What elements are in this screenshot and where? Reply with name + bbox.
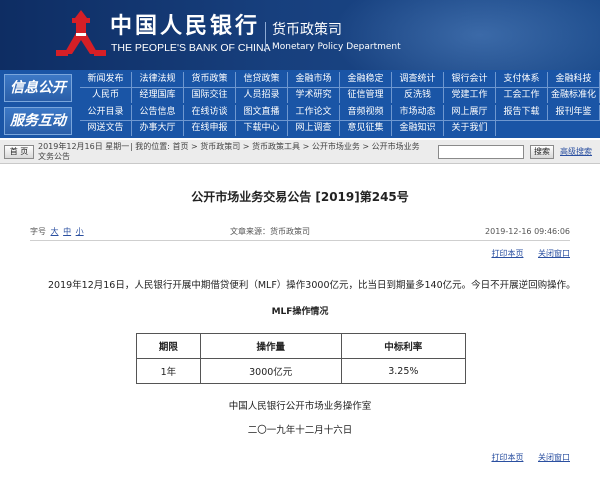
header-rate: 中标利率 bbox=[340, 333, 467, 359]
article-source: 文章来源：货币政策司 bbox=[230, 227, 310, 236]
signature-date: 二〇一九年十二月十六日 bbox=[247, 425, 353, 436]
nav-item-info-2-5[interactable]: 学术研究 bbox=[288, 88, 340, 103]
table-header-row: 期限 操作量 中标利率 bbox=[136, 333, 467, 359]
article-body: 2019年12月16日，人民银行开展中期借贷便利（MLF）操作3000亿元，比当… bbox=[48, 280, 576, 291]
nav-item-service-2-3[interactable]: 在线申报 bbox=[184, 121, 236, 136]
main-navigation: 信息公开 新闻发布 法律法规 货币政策 信贷政策 金融市场 金融稳定 调查统计 银行会计 支付体… bbox=[0, 70, 600, 138]
nav-section-info-label: 信息公开 bbox=[4, 74, 72, 102]
cell-rate: 3.25% bbox=[340, 358, 467, 384]
department-name-en: Monetary Policy Department bbox=[272, 42, 401, 52]
nav-item-info-2-4[interactable]: 人员招录 bbox=[236, 88, 288, 103]
font-size-medium[interactable]: 中 bbox=[63, 227, 71, 236]
print-link-top[interactable]: 打印本页 bbox=[491, 249, 523, 258]
nav-item-info-1-9[interactable]: 支付体系 bbox=[496, 72, 548, 87]
department-name-cn: 货币政策司 bbox=[272, 22, 342, 38]
nav-item-service-1-1[interactable]: 公开目录 bbox=[80, 105, 132, 120]
nav-item-service-1-7[interactable]: 市场动态 bbox=[392, 105, 444, 120]
nav-item-info-1-10[interactable]: 金融科技 bbox=[548, 72, 600, 87]
nav-section-service-label: 服务互动 bbox=[4, 107, 72, 135]
article-title: 公开市场业务交易公告 [2019]第245号 bbox=[191, 190, 409, 204]
nav-item-info-2-6[interactable]: 征信管理 bbox=[340, 88, 392, 103]
meta-divider bbox=[30, 240, 570, 241]
advanced-search-link[interactable]: 高级搜索 bbox=[560, 146, 592, 158]
nav-item-info-1-2[interactable]: 法律法规 bbox=[132, 72, 184, 87]
nav-item-service-1-6[interactable]: 音频视频 bbox=[340, 105, 392, 120]
nav-item-service-1-4[interactable]: 图文直播 bbox=[236, 105, 288, 120]
close-link-top[interactable]: 关闭窗口 bbox=[538, 249, 570, 258]
nav-item-service-2-4[interactable]: 下载中心 bbox=[236, 121, 288, 136]
nav-section-info: 信息公开 新闻发布 法律法规 货币政策 信贷政策 金融市场 金融稳定 调查统计 银行会计 支付体… bbox=[0, 72, 600, 104]
cell-term: 1年 bbox=[136, 358, 201, 384]
nav-item-info-2-9[interactable]: 工会工作 bbox=[496, 88, 548, 103]
nav-item-service-2-2[interactable]: 办事大厅 bbox=[132, 121, 184, 136]
nav-row-divider bbox=[80, 87, 600, 88]
nav-item-service-2-6[interactable]: 意见征集 bbox=[340, 121, 392, 136]
banner-glow bbox=[330, 0, 600, 70]
nav-item-service-2-8[interactable]: 关于我们 bbox=[444, 121, 496, 136]
publish-time: 2019-12-16 09:46:06 bbox=[485, 227, 570, 236]
nav-item-info-1-5[interactable]: 金融市场 bbox=[288, 72, 340, 87]
nav-item-service-1-5[interactable]: 工作论文 bbox=[288, 105, 340, 120]
nav-item-service-1-8[interactable]: 网上展厅 bbox=[444, 105, 496, 120]
nav-item-info-1-7[interactable]: 调查统计 bbox=[392, 72, 444, 87]
search-button[interactable]: 搜索 bbox=[530, 145, 554, 159]
article-meta: 字号 大 中 小 文章来源：货币政策司 2019-12-16 09:46:06 bbox=[30, 226, 570, 238]
nav-item-info-1-8[interactable]: 银行会计 bbox=[444, 72, 496, 87]
nav-item-info-2-3[interactable]: 国际交往 bbox=[184, 88, 236, 103]
nav-item-info-1-1[interactable]: 新闻发布 bbox=[80, 72, 132, 87]
nav-item-service-2-1[interactable]: 网送文告 bbox=[80, 121, 132, 136]
article-actions-bottom: 打印本页 关闭窗口 bbox=[479, 452, 570, 464]
nav-item-service-1-3[interactable]: 在线访谈 bbox=[184, 105, 236, 120]
table-title: MLF操作情况 bbox=[271, 307, 329, 317]
nav-grid-service: 公开目录 公告信息 在线访谈 图文直播 工作论文 音频视频 市场动态 网上展厅 报告下载 报刊年鉴… bbox=[80, 105, 600, 137]
site-banner: 中国人民银行 THE PEOPLE'S BANK OF CHINA 货币政策司 … bbox=[0, 0, 600, 70]
nav-item-info-1-4[interactable]: 信贷政策 bbox=[236, 72, 288, 87]
table-row: 1年 3000亿元 3.25% bbox=[136, 358, 467, 384]
font-size-small[interactable]: 小 bbox=[76, 227, 84, 236]
breadcrumb-bar: 首 页 2019年12月16日 星期一 文务公告 | 我的位置: 首页 > 货币… bbox=[0, 140, 600, 164]
signature-organization: 中国人民银行公开市场业务操作室 bbox=[228, 401, 372, 412]
nav-row-divider bbox=[80, 120, 600, 121]
nav-item-info-2-2[interactable]: 经理国库 bbox=[132, 88, 184, 103]
print-link-bottom[interactable]: 打印本页 bbox=[491, 453, 523, 462]
nav-item-info-2-8[interactable]: 党建工作 bbox=[444, 88, 496, 103]
home-button[interactable]: 首 页 bbox=[4, 145, 34, 159]
header-divider bbox=[265, 22, 266, 52]
breadcrumb[interactable]: | 我的位置: 首页 > 货币政策司 > 货币政策工具 > 公开市场业务 > 公… bbox=[130, 142, 420, 152]
mlf-operation-table: 期限 操作量 中标利率 1年 3000亿元 3.25% bbox=[136, 333, 467, 384]
nav-item-info-1-3[interactable]: 货币政策 bbox=[184, 72, 236, 87]
current-date: 2019年12月16日 星期一 bbox=[38, 142, 130, 151]
nav-item-service-1-9[interactable]: 报告下载 bbox=[496, 105, 548, 120]
cell-amount: 3000亿元 bbox=[199, 358, 342, 384]
nav-section-service: 服务互动 公开目录 公告信息 在线访谈 图文直播 工作论文 音频视频 市场动态 网上展厅 报告下… bbox=[0, 105, 600, 137]
nav-item-service-1-10[interactable]: 报刊年鉴 bbox=[548, 105, 600, 120]
nav-item-info-2-1[interactable]: 人民币 bbox=[80, 88, 132, 103]
nav-item-info-1-6[interactable]: 金融稳定 bbox=[340, 72, 392, 87]
bank-name-cn: 中国人民银行 bbox=[110, 13, 261, 39]
nav-grid-info: 新闻发布 法律法规 货币政策 信贷政策 金融市场 金融稳定 调查统计 银行会计 支付体系 金融科技… bbox=[80, 72, 600, 104]
pboc-emblem-icon bbox=[56, 10, 106, 56]
header-term: 期限 bbox=[136, 333, 201, 359]
search-input[interactable] bbox=[438, 145, 524, 159]
nav-item-service-1-2[interactable]: 公告信息 bbox=[132, 105, 184, 120]
nav-item-info-2-7[interactable]: 反洗钱 bbox=[392, 88, 444, 103]
bank-name-en: THE PEOPLE'S BANK OF CHINA bbox=[111, 42, 271, 54]
font-size-label: 字号 bbox=[30, 227, 46, 236]
header-amount: 操作量 bbox=[199, 333, 342, 359]
nav-item-service-2-5[interactable]: 网上调查 bbox=[288, 121, 340, 136]
font-size-large[interactable]: 大 bbox=[51, 227, 59, 236]
font-size-switcher: 字号 大 中 小 bbox=[30, 226, 86, 238]
current-date-line2: 文务公告 bbox=[38, 152, 70, 161]
nav-item-service-2-7[interactable]: 金融知识 bbox=[392, 121, 444, 136]
article-actions-top: 打印本页 关闭窗口 bbox=[479, 248, 570, 260]
close-link-bottom[interactable]: 关闭窗口 bbox=[538, 453, 570, 462]
nav-item-info-2-10[interactable]: 金融标准化 bbox=[548, 88, 600, 103]
